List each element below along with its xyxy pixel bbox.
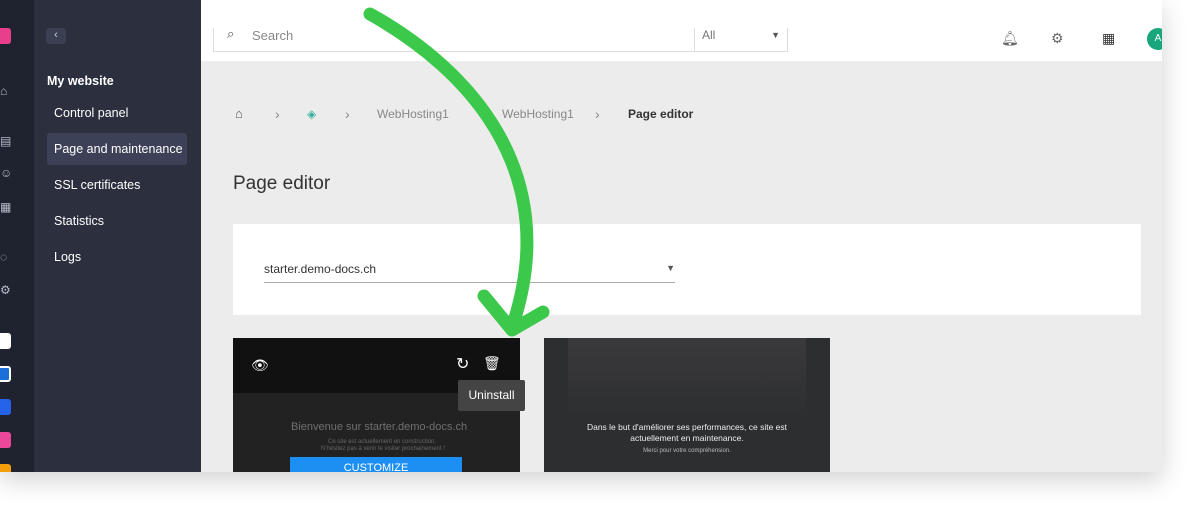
search-input[interactable]: Search [252,28,293,43]
domain-select[interactable]: starter.demo-docs.ch ▼ [264,254,675,283]
page-title: Page editor [233,173,331,194]
users-icon[interactable]: ☺ [0,166,14,180]
icon-rail: ⌂ ▤ ☺ ▦ ◌ ⚙ [0,0,34,472]
app-window: ⌂ ▤ ☺ ▦ ◌ ⚙ ‹ My website Control panel P… [0,0,1162,472]
chevron-right-icon: › [345,106,350,122]
search-bar[interactable]: ⌕ Search All ▼ [213,26,788,52]
card-background [568,338,806,418]
card-welcome-text: Bienvenue sur starter.demo-docs.ch [291,421,468,433]
back-icon[interactable]: ‹ [46,28,66,44]
hosting-stack-icon[interactable]: ◈ [307,107,316,121]
top-bar: ⌕ Search All ▼ 🔔︎ ⚙ ▦ A [201,0,1162,61]
uninstall-tooltip: Uninstall [458,380,525,411]
avatar[interactable]: A [1147,28,1162,50]
breadcrumb-current: Page editor [628,107,694,121]
chevron-right-icon: › [595,106,600,122]
sidebar-item-ssl[interactable]: SSL certificates [47,169,187,201]
sidebar-heading: My website [47,74,114,88]
eye-icon[interactable]: 👁︎ [251,357,269,374]
card-line: Ce site est actuellement en construction… [328,439,437,445]
sidebar-item-control-panel[interactable]: Control panel [47,97,187,129]
maintenance-message: Dans le but d'améliorer ses performances… [586,422,788,443]
add-icon[interactable] [0,28,11,44]
app-cube-icon[interactable] [0,399,11,415]
template-card-maintenance[interactable]: Dans le but d'améliorer ses performances… [544,338,830,472]
breadcrumb-item[interactable]: WebHosting1 [502,107,574,121]
bell-icon[interactable]: 🔔︎ [1001,30,1019,47]
app-s-icon[interactable] [0,432,11,448]
chevron-down-icon: ▼ [771,30,780,40]
app-orange-icon[interactable] [0,464,11,472]
trash-icon[interactable]: 🗑︎ [483,355,501,372]
customize-button[interactable]: CUSTOMIZE [290,457,462,472]
calculator-icon[interactable]: ▤ [0,134,14,148]
sidebar-item-logs[interactable]: Logs [47,241,187,273]
search-scope-select[interactable]: All ▼ [694,28,788,52]
sidebar-item-page-maintenance[interactable]: Page and maintenance [47,133,187,165]
sidebar-item-statistics[interactable]: Statistics [47,205,187,237]
home-icon[interactable]: ⌂ [0,84,14,98]
maintenance-thanks: Merci pour votre compréhension. [643,448,731,454]
domain-select-value: starter.demo-docs.ch [264,262,377,276]
app-current-icon[interactable] [0,366,11,382]
search-scope-value: All [702,28,716,42]
settings-icon[interactable]: ⚙ [0,283,14,297]
chevron-down-icon: ▼ [666,263,675,273]
apps-grid-icon[interactable]: ▦ [1102,30,1115,47]
support-icon[interactable]: ◌ [0,250,14,264]
reinstall-icon[interactable]: ↻ [456,354,469,374]
card-line: N'hésitez pas à venir le visiter prochai… [321,446,445,452]
chevron-right-icon: › [275,106,280,122]
sidebar: ‹ My website Control panel Page and main… [34,0,201,472]
breadcrumb-item[interactable]: WebHosting1 [377,107,449,121]
app-x-icon[interactable] [0,333,11,349]
building-icon[interactable]: ▦ [0,200,14,214]
search-icon: ⌕ [227,26,235,41]
domain-panel: starter.demo-docs.ch ▼ [233,224,1141,315]
gear-icon[interactable]: ⚙ [1051,30,1064,47]
home-icon[interactable]: ⌂ [235,106,243,121]
